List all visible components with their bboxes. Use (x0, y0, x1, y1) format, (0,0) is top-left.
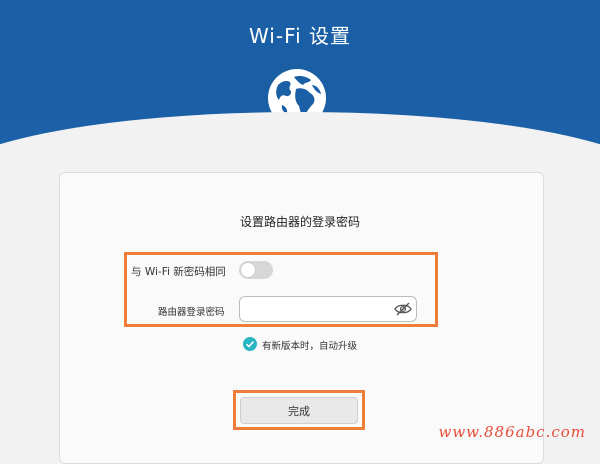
router-password-input[interactable] (239, 296, 417, 322)
same-as-wifi-toggle[interactable] (239, 261, 273, 279)
router-password-label: 路由器登录密码 (158, 307, 225, 318)
same-as-wifi-label: 与 Wi-Fi 新密码相同 (131, 266, 226, 278)
header-curve (0, 112, 600, 150)
watermark: www.886abc.com (438, 423, 586, 441)
toggle-knob (241, 263, 255, 277)
check-circle-icon[interactable] (243, 337, 257, 351)
auto-upgrade-label: 有新版本时，自动升级 (262, 341, 358, 352)
card-title: 设置路由器的登录密码 (239, 215, 360, 229)
header-banner: Wi-Fi 设置 (0, 0, 600, 150)
eye-hidden-icon[interactable] (394, 302, 412, 316)
page-title: Wi-Fi 设置 (248, 24, 352, 48)
done-button[interactable]: 完成 (240, 397, 358, 424)
